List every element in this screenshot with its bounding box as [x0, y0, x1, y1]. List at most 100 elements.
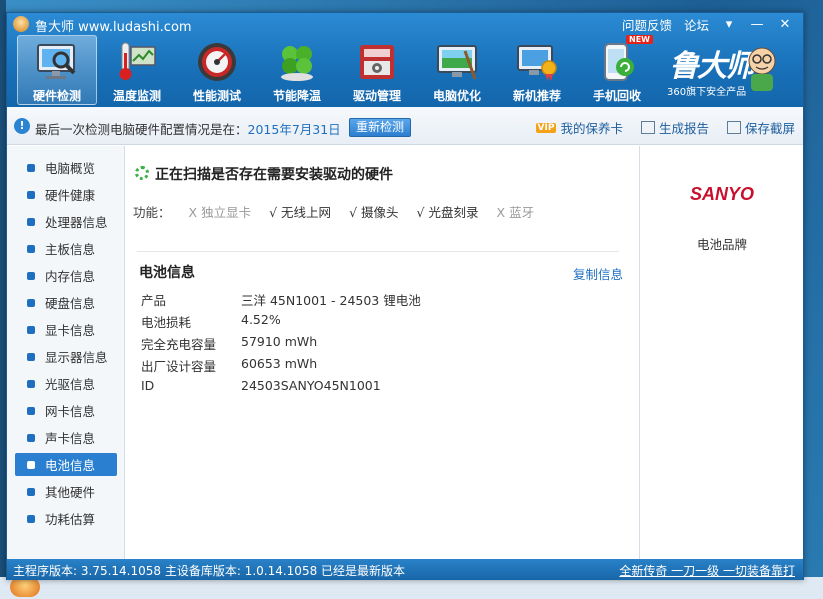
clover-icon — [274, 39, 320, 85]
info-row: 产品 三洋 45N1001 - 24503 锂电池 — [141, 290, 611, 312]
sidebar-item-disk[interactable]: 硬盘信息 — [15, 291, 117, 314]
gear-box-icon — [354, 39, 400, 85]
tool-label: 温度监测 — [112, 89, 161, 103]
sidebar-item-overview[interactable]: 电脑概览 — [15, 156, 117, 179]
sidebar-item-other[interactable]: 其他硬件 — [15, 480, 117, 503]
tool-label: 硬件检测 — [32, 89, 81, 103]
sidebar-item-network[interactable]: 网卡信息 — [15, 399, 117, 422]
version-info: 主程序版本: 3.75.14.1058 主设备库版本: 1.0.14.1058 … — [13, 564, 406, 578]
camera-icon — [726, 121, 741, 134]
info-row: 电池损耗 4.52% — [141, 312, 611, 334]
cross-mark: X — [496, 205, 506, 220]
forum-link[interactable]: 论坛 — [684, 15, 709, 34]
tool-label: 性能测试 — [192, 89, 241, 103]
bullet-icon — [27, 190, 35, 199]
sidebar-item-monitor[interactable]: 显示器信息 — [15, 345, 117, 368]
speedometer-icon — [194, 39, 240, 85]
close-icon[interactable]: ✕ — [777, 17, 793, 32]
tool-label: 手机回收 — [592, 89, 641, 103]
sidebar-item-label: 电池信息 — [45, 458, 96, 473]
brand-subtitle: 360旗下安全产品 — [667, 87, 747, 98]
ad-link[interactable]: 全新传奇 一刀一级 一切装备靠打 — [619, 562, 795, 579]
feedback-link[interactable]: 问题反馈 — [622, 15, 672, 34]
sidebar-item-label: 网卡信息 — [45, 404, 96, 419]
function-name: 摄像头 — [361, 205, 399, 220]
check-mark: √ — [349, 205, 358, 220]
cross-mark: X — [188, 205, 198, 220]
bullet-icon — [27, 406, 35, 415]
save-screenshot-link[interactable]: 保存截屏 — [726, 118, 795, 137]
sidebar-item-label: 光驱信息 — [45, 377, 96, 392]
function-item: X 蓝牙 — [497, 202, 535, 221]
tool-hardware-detect[interactable]: 硬件检测 — [17, 35, 97, 105]
mascot-icon — [743, 43, 781, 93]
dropdown-arrow-icon[interactable]: ▾ — [721, 17, 737, 32]
sidebar-item-label: 显卡信息 — [45, 323, 96, 338]
monitor-medal-icon — [514, 39, 560, 85]
info-row: 完全充电容量 57910 mWh — [141, 334, 611, 356]
phone-recycle-icon — [594, 39, 640, 85]
sidebar-item-label: 显示器信息 — [45, 350, 108, 365]
tool-new-pc-recommend[interactable]: 新机推荐 — [497, 35, 577, 105]
recheck-button[interactable]: 重新检测 — [349, 118, 411, 137]
sidebar-item-sound[interactable]: 声卡信息 — [15, 426, 117, 449]
info-key: 完全充电容量 — [141, 337, 217, 352]
report-icon — [640, 121, 655, 134]
tool-performance[interactable]: 性能测试 — [177, 35, 257, 105]
check-mark: √ — [416, 205, 425, 220]
section-title: 电池信息 — [139, 265, 195, 281]
sidebar-item-battery[interactable]: 电池信息 — [15, 453, 117, 476]
sidebar-item-label: 主板信息 — [45, 242, 96, 257]
sidebar-item-label: 硬盘信息 — [45, 296, 96, 311]
sidebar-item-optical[interactable]: 光驱信息 — [15, 372, 117, 395]
sidebar-item-label: 内存信息 — [45, 269, 96, 284]
tool-pc-optimize[interactable]: 电脑优化 — [417, 35, 497, 105]
brand-panel: SANYO 电池品牌 — [639, 146, 803, 559]
tool-label: 电脑优化 — [432, 89, 481, 103]
tool-temperature[interactable]: 温度监测 — [97, 35, 177, 105]
sidebar-item-health[interactable]: 硬件健康 — [15, 183, 117, 206]
taskbar-app-icon[interactable] — [10, 577, 40, 597]
battery-brand-label: 电池品牌 — [696, 237, 747, 252]
sidebar-item-cpu[interactable]: 处理器信息 — [15, 210, 117, 233]
info-value: 4.52% — [241, 312, 281, 327]
title-links: 问题反馈 论坛 ▾ — ✕ — [622, 15, 793, 34]
copy-info-link[interactable]: 复制信息 — [573, 264, 623, 283]
info-bar: ! 最后一次检测电脑硬件配置情况是在：2015年7月31日 重新检测 VIP 我… — [7, 107, 803, 145]
function-item: √ 无线上网 — [269, 202, 331, 221]
battery-info-table: 产品 三洋 45N1001 - 24503 锂电池 电池损耗 4.52% 完全充电容… — [141, 290, 611, 400]
vip-icon: VIP — [535, 122, 557, 133]
sidebar: 电脑概览 硬件健康 处理器信息 主板信息 内存信息 硬盘信息 显卡信息 显示器信… — [7, 146, 125, 559]
bullet-icon — [27, 271, 35, 280]
info-row: ID 24503SANYO45N1001 — [141, 378, 611, 400]
tool-power-saving[interactable]: 节能降温 — [257, 35, 337, 105]
sidebar-item-label: 硬件健康 — [45, 188, 96, 203]
tool-phone-recycle[interactable]: 手机回收 NEW — [577, 35, 657, 105]
sidebar-item-memory[interactable]: 内存信息 — [15, 264, 117, 287]
info-value: 24503SANYO45N1001 — [241, 378, 381, 393]
info-key: 电池损耗 — [141, 315, 192, 330]
info-key: 产品 — [141, 293, 167, 308]
tool-driver-manage[interactable]: 驱动管理 — [337, 35, 417, 105]
sidebar-item-motherboard[interactable]: 主板信息 — [15, 237, 117, 260]
tool-label: 新机推荐 — [512, 89, 561, 103]
bullet-icon — [27, 379, 35, 388]
minimize-icon[interactable]: — — [749, 17, 765, 32]
info-icon: ! — [14, 118, 30, 134]
warranty-card-label: 我的保养卡 — [560, 121, 623, 136]
monitor-magnifier-icon — [34, 40, 80, 85]
save-screenshot-label: 保存截屏 — [744, 121, 795, 136]
taskbar — [0, 577, 823, 599]
bullet-icon — [27, 217, 35, 226]
tool-label: 驱动管理 — [352, 89, 401, 103]
header: 鲁大师 www.ludashi.com 问题反馈 论坛 ▾ — ✕ 硬件检测 温… — [7, 13, 803, 107]
warranty-card-link[interactable]: VIP 我的保养卡 — [535, 118, 623, 137]
sidebar-item-label: 声卡信息 — [45, 431, 96, 446]
main-panel: 正在扫描是否存在需要安装驱动的硬件 功能： X 独立显卡 √ 无线上网 √ 摄像… — [125, 146, 639, 559]
generate-report-link[interactable]: 生成报告 — [640, 118, 709, 137]
function-name: 光盘刻录 — [428, 205, 479, 220]
sidebar-item-gpu[interactable]: 显卡信息 — [15, 318, 117, 341]
sidebar-item-power[interactable]: 功耗估算 — [15, 507, 117, 530]
sidebar-item-label: 电脑概览 — [45, 161, 96, 176]
generate-report-label: 生成报告 — [658, 121, 709, 136]
